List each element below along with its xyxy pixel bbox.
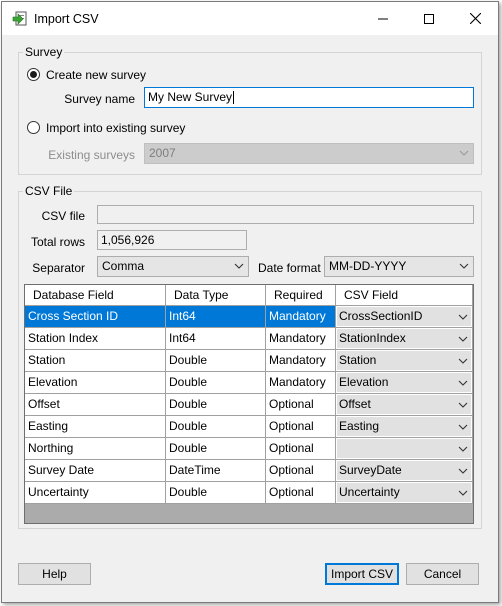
window-title: Import CSV (34, 12, 99, 26)
column-header-data-type[interactable]: Data Type (166, 285, 266, 306)
grid-cell-data-type[interactable]: Int64 (166, 328, 266, 350)
chevron-down-icon[interactable] (454, 373, 471, 392)
grid-cell-database-field[interactable]: Survey Date (25, 460, 166, 482)
csv-field-value: SurveyDate (337, 461, 454, 480)
chevron-down-icon[interactable] (454, 417, 471, 436)
grid-cell-data-type[interactable]: Double (166, 482, 266, 504)
existing-surveys-value: 2007 (149, 146, 176, 160)
chevron-down-icon (459, 150, 469, 156)
field-mapping-grid[interactable]: Database Field Data Type Required CSV Fi… (24, 284, 474, 524)
create-new-survey-label[interactable]: Create new survey (46, 68, 146, 82)
grid-cell-required[interactable]: Mandatory (266, 328, 336, 350)
chevron-down-icon[interactable] (454, 395, 471, 414)
chevron-down-icon[interactable] (454, 329, 471, 348)
title-bar[interactable]: Import CSV (2, 2, 498, 35)
existing-surveys-label: Existing surveys (48, 148, 135, 162)
import-csv-button[interactable]: Import CSV (325, 563, 399, 585)
grid-cell-required[interactable]: Optional (266, 394, 336, 416)
grid-cell-data-type[interactable]: Int64 (166, 306, 266, 328)
date-format-label: Date format (258, 261, 321, 275)
csv-field-value: StationIndex (337, 329, 454, 348)
date-format-dropdown[interactable]: MM-DD-YYYY (324, 256, 474, 277)
survey-group-legend: Survey (23, 45, 65, 59)
grid-cell-database-field[interactable]: Uncertainty (25, 482, 166, 504)
csv-field-value: Offset (337, 395, 454, 414)
grid-cell-csv-field-dropdown[interactable]: Elevation (336, 372, 473, 394)
csv-field-value: Station (337, 351, 454, 370)
separator-value: Comma (102, 259, 145, 273)
grid-cell-data-type[interactable]: Double (166, 394, 266, 416)
separator-label: Separator (32, 261, 85, 275)
chevron-down-icon[interactable] (454, 307, 471, 326)
chevron-down-icon[interactable] (454, 461, 471, 480)
grid-cell-csv-field-dropdown[interactable] (336, 438, 473, 460)
grid-cell-required[interactable]: Mandatory (266, 350, 336, 372)
import-csv-dialog: Import CSV Survey Create new survey Surv… (1, 1, 499, 603)
grid-cell-csv-field-dropdown[interactable]: SurveyDate (336, 460, 473, 482)
import-existing-survey-label[interactable]: Import into existing survey (46, 121, 185, 135)
maximize-icon (424, 13, 434, 24)
grid-cell-required[interactable]: Optional (266, 482, 336, 504)
close-button[interactable] (452, 2, 498, 35)
csv-field-value: Elevation (337, 373, 454, 392)
grid-cell-database-field[interactable]: Station (25, 350, 166, 372)
csv-file-label: CSV file (41, 209, 85, 223)
radio-selected-dot (30, 71, 37, 78)
grid-cell-data-type[interactable]: Double (166, 372, 266, 394)
minimize-button[interactable] (360, 2, 406, 35)
chevron-down-icon[interactable] (454, 483, 471, 502)
csv-field-value: Uncertainty (337, 483, 454, 502)
grid-cell-data-type[interactable]: Double (166, 350, 266, 372)
total-rows-field: 1,056,926 (97, 230, 247, 250)
import-existing-survey-radio[interactable] (27, 121, 40, 134)
grid-cell-database-field[interactable]: Easting (25, 416, 166, 438)
grid-cell-csv-field-dropdown[interactable]: Easting (336, 416, 473, 438)
csv-field-value: CrossSectionID (337, 307, 454, 326)
column-header-required[interactable]: Required (266, 285, 336, 306)
grid-cell-database-field[interactable]: Cross Section ID (25, 306, 166, 328)
create-new-survey-radio[interactable] (27, 68, 40, 81)
grid-cell-csv-field-dropdown[interactable]: Station (336, 350, 473, 372)
separator-dropdown[interactable]: Comma (97, 256, 249, 277)
grid-cell-database-field[interactable]: Offset (25, 394, 166, 416)
chevron-down-icon[interactable] (454, 351, 471, 370)
help-button[interactable]: Help (18, 563, 91, 585)
cancel-button[interactable]: Cancel (406, 563, 479, 585)
grid-cell-required[interactable]: Optional (266, 416, 336, 438)
grid-cell-csv-field-dropdown[interactable]: CrossSectionID (336, 306, 473, 328)
grid-cell-required[interactable]: Mandatory (266, 372, 336, 394)
grid-cell-csv-field-dropdown[interactable]: Uncertainty (336, 482, 473, 504)
grid-cell-data-type[interactable]: Double (166, 438, 266, 460)
chevron-down-icon (234, 263, 244, 269)
csv-file-path-field[interactable] (97, 205, 474, 224)
close-icon (469, 13, 481, 24)
import-csv-app-icon (12, 11, 27, 26)
existing-surveys-dropdown[interactable]: 2007 (144, 143, 474, 164)
total-rows-label: Total rows (30, 235, 85, 249)
survey-name-input[interactable]: My New Survey (144, 87, 474, 108)
chevron-down-icon[interactable] (454, 439, 471, 458)
grid-cell-csv-field-dropdown[interactable]: StationIndex (336, 328, 473, 350)
grid-cell-data-type[interactable]: Double (166, 416, 266, 438)
grid-cell-database-field[interactable]: Northing (25, 438, 166, 460)
grid-cell-database-field[interactable]: Elevation (25, 372, 166, 394)
grid-cell-csv-field-dropdown[interactable]: Offset (336, 394, 473, 416)
grid-cell-required[interactable]: Mandatory (266, 306, 336, 328)
minimize-icon (378, 18, 388, 19)
survey-name-label: Survey name (64, 92, 135, 106)
grid-cell-database-field[interactable]: Station Index (25, 328, 166, 350)
maximize-button[interactable] (406, 2, 452, 35)
csv-field-value: Easting (337, 417, 454, 436)
csv-field-value (337, 439, 454, 458)
text-cursor (233, 91, 235, 105)
date-format-value: MM-DD-YYYY (329, 259, 407, 273)
chevron-down-icon (459, 263, 469, 269)
grid-cell-required[interactable]: Optional (266, 438, 336, 460)
csv-file-group-legend: CSV File (23, 184, 75, 198)
grid-cell-data-type[interactable]: DateTime (166, 460, 266, 482)
column-header-csv-field[interactable]: CSV Field (336, 285, 473, 306)
column-header-database-field[interactable]: Database Field (25, 285, 166, 306)
grid-cell-required[interactable]: Optional (266, 460, 336, 482)
